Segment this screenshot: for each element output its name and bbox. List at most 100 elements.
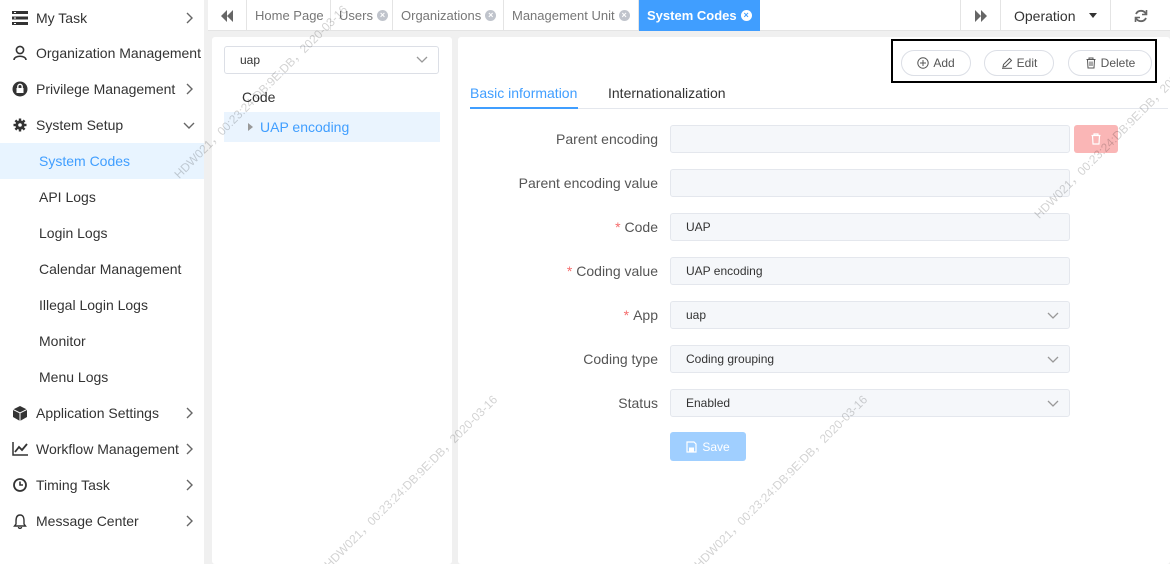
tree-node-uap-encoding[interactable]: UAP encoding [224,112,440,142]
sidebar-subitem-label: Menu Logs [39,369,109,385]
double-arrow-right-icon [974,9,987,22]
double-arrow-left-icon [221,9,233,22]
coding-type-select[interactable]: Coding grouping [670,345,1070,373]
sidebar-subitem-illegal-login-logs[interactable]: Illegal Login Logs [0,287,204,323]
lock-icon [12,81,28,97]
close-icon[interactable]: × [376,10,388,21]
clock-icon [12,477,28,493]
sidebar-item-label: Workflow Management [36,441,179,457]
chevron-down-icon [183,122,195,129]
caret-right-icon[interactable] [248,123,253,131]
line-chart-icon [12,441,28,457]
parent-encoding-field[interactable] [670,125,1070,153]
coding-value-field[interactable]: UAP encoding [670,257,1070,285]
close-icon[interactable]: × [618,10,630,21]
tab-scroll-left-button[interactable] [208,0,246,31]
tab-label: System Codes [647,8,737,23]
sidebar-item-system-setup[interactable]: System Setup [0,107,204,143]
tab-basic-information[interactable]: Basic information [470,85,577,101]
tab-label: Home Page [255,8,324,23]
sidebar-subitem-calendar-management[interactable]: Calendar Management [0,251,204,287]
tree-root-label[interactable]: Code [242,89,275,105]
required-asterisk: * [615,219,621,235]
chevron-down-icon [1047,356,1059,363]
refresh-button[interactable] [1110,0,1170,31]
tab-organizations[interactable]: Organizations × [392,0,504,31]
sidebar-item-application-settings[interactable]: Application Settings [0,395,204,431]
sidebar-subitem-label: Monitor [39,333,86,349]
sidebar-subitem-label: Login Logs [39,225,108,241]
edit-label: Edit [1016,56,1038,70]
sidebar-subitem-login-logs[interactable]: Login Logs [0,215,204,251]
gear-icon [12,117,28,133]
close-icon[interactable]: × [740,10,752,21]
tab-internationalization[interactable]: Internationalization [608,85,726,101]
app-select[interactable]: uap [224,46,439,74]
sidebar-item-label: System Setup [36,117,124,133]
tab-scroll-right-button[interactable] [960,0,1000,31]
sidebar-item-my-task[interactable]: My Task [0,0,204,36]
code-field[interactable]: UAP [670,213,1070,241]
refresh-icon [1134,9,1147,22]
sidebar-item-label: Message Center [36,513,139,529]
sidebar-subitem-label: Calendar Management [39,261,182,277]
chevron-right-icon [186,407,193,419]
sidebar-subitem-system-codes[interactable]: System Codes [0,143,204,179]
tab-label: Organizations [401,8,482,23]
sidebar-subitem-api-logs[interactable]: API Logs [0,179,204,215]
app-field[interactable]: uap [670,301,1070,329]
form-tabs: Basic information Internationalization [470,77,1168,109]
sidebar-item-label: Organization Management [36,45,201,61]
sidebar-item-message-center[interactable]: Message Center [0,503,204,539]
add-label: Add [933,56,955,70]
app-label: * App [623,307,658,323]
sidebar-item-privilege-management[interactable]: Privilege Management [0,71,204,107]
parent-encoding-value-field[interactable] [670,169,1070,197]
bell-icon [12,513,28,529]
sidebar-subitem-label: Illegal Login Logs [39,297,148,313]
active-tab-indicator [470,107,578,109]
operation-label: Operation [1014,7,1076,24]
clear-parent-button[interactable] [1074,125,1118,153]
app-select-value: uap [240,53,261,67]
parent-encoding-value-label: Parent encoding value [518,175,658,191]
chevron-right-icon [186,443,193,455]
save-button[interactable]: Save [670,432,746,461]
coding-value-label: * Coding value [566,263,658,279]
sidebar-item-label: Application Settings [36,405,159,421]
chevron-down-icon [416,56,428,63]
task-list-icon [12,10,28,26]
coding-type-label: Coding type [583,351,658,367]
caret-down-icon [1089,13,1098,18]
sidebar-item-workflow-management[interactable]: Workflow Management [0,431,204,467]
sidebar-item-label: Privilege Management [36,81,176,97]
chevron-down-icon [1047,312,1059,319]
tree-node-label: UAP encoding [260,119,350,135]
tab-system-codes[interactable]: System Codes × [638,0,760,31]
delete-button[interactable]: Delete [1068,50,1152,76]
operation-dropdown[interactable]: Operation [1000,0,1110,31]
status-select[interactable]: Enabled [670,389,1070,417]
tab-management-unit[interactable]: Management Unit × [503,0,638,31]
code-form-panel: Add Edit Delete Basic information Intern… [458,37,1170,564]
edit-icon [1001,57,1012,69]
close-icon[interactable]: × [485,10,497,21]
add-button[interactable]: Add [901,50,971,76]
tab-label: Management Unit [512,8,615,23]
tab-home-page[interactable]: Home Page [246,0,332,31]
sidebar-subitem-menu-logs[interactable]: Menu Logs [0,359,204,395]
sidebar-item-label: Timing Task [36,477,110,493]
chevron-right-icon [186,83,193,95]
tab-label: Users [339,8,373,23]
sidebar-item-timing-task[interactable]: Timing Task [0,467,204,503]
trash-icon [1091,133,1101,145]
save-label: Save [702,439,730,454]
tab-users[interactable]: Users × [330,0,396,31]
edit-button[interactable]: Edit [984,50,1054,76]
chevron-right-icon [186,12,193,24]
sidebar-item-organization-management[interactable]: Organization Management [0,35,204,71]
sidebar-subitem-monitor[interactable]: Monitor [0,323,204,359]
cube-icon [12,405,28,421]
sidebar-subitem-label: System Codes [39,153,131,169]
sidebar-item-label: My Task [36,10,88,26]
